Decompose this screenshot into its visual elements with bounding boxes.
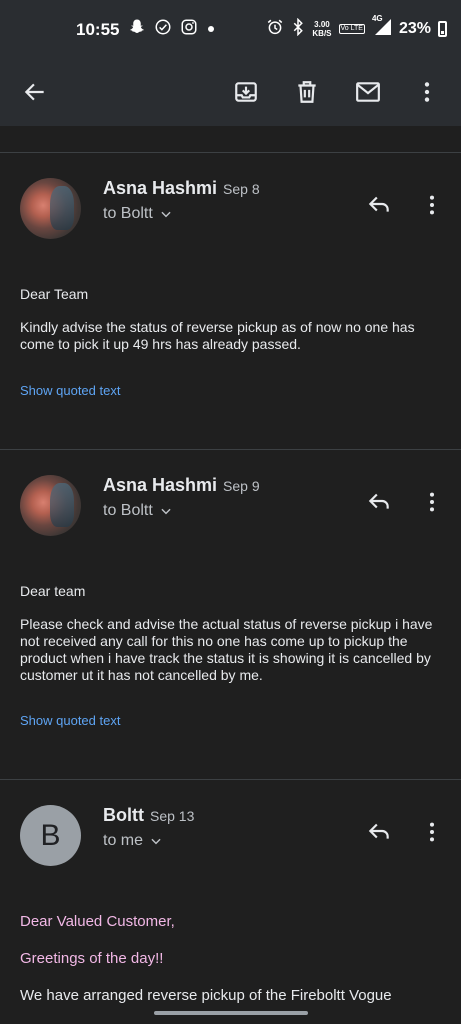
back-button[interactable]: [15, 72, 55, 112]
more-vert-icon: [429, 492, 435, 512]
recipient-details[interactable]: to Boltt: [103, 205, 173, 223]
mark-unread-icon: [356, 82, 380, 102]
recipient-details[interactable]: to Boltt: [103, 502, 173, 520]
status-time: 10:55: [76, 20, 120, 39]
message-more-button[interactable]: [416, 189, 448, 221]
more-vert-icon: [424, 82, 430, 102]
message-salutation: Dear Valued Customer,: [20, 913, 175, 930]
alarm-icon: [266, 18, 284, 40]
message-header[interactable]: Boltt Sep 13: [103, 805, 194, 826]
message-date: Sep 8: [223, 181, 260, 197]
mark-unread-button[interactable]: [348, 72, 388, 112]
home-indicator[interactable]: [154, 1011, 308, 1015]
dot-icon: [206, 21, 216, 39]
message-body: Please check and advise the actual statu…: [20, 616, 433, 683]
reply-icon: [368, 196, 389, 212]
reply-icon: [368, 493, 389, 509]
chevron-down-icon: [161, 211, 171, 218]
system-icons: 3.00 KB/S Vo LTE 4G 23%: [266, 14, 447, 40]
reply-button[interactable]: [363, 188, 395, 220]
volte-badge: Vo LTE: [338, 24, 365, 34]
chevron-down-icon: [151, 838, 161, 845]
reply-icon: [368, 823, 389, 839]
divider: [0, 779, 461, 780]
message-header[interactable]: Asna Hashmi Sep 8: [103, 178, 260, 199]
network-speed: 3.00 KB/S: [312, 20, 332, 38]
reply-button[interactable]: [363, 485, 395, 517]
more-vert-icon: [429, 195, 435, 215]
divider: [0, 449, 461, 450]
sender-name: Asna Hashmi: [103, 475, 218, 495]
signal-icon: 4G: [372, 14, 392, 40]
message-greeting: Dear Team: [20, 286, 89, 302]
message-more-button[interactable]: [416, 816, 448, 848]
message-greeting: Dear team: [20, 583, 86, 599]
recipient-label: to Boltt: [103, 502, 153, 519]
message-greeting: Greetings of the day!!: [20, 950, 164, 967]
archive-icon: [235, 82, 257, 102]
instagram-icon: [180, 18, 198, 41]
notification-icons: [128, 18, 216, 41]
recipient-label: to Boltt: [103, 205, 153, 222]
archive-button[interactable]: [226, 72, 266, 112]
sender-name: Boltt: [103, 805, 144, 825]
battery-percent: 23%: [398, 20, 431, 37]
chevron-down-icon: [161, 508, 171, 515]
back-arrow-icon: [24, 83, 44, 101]
bluetooth-icon: [291, 17, 305, 40]
status-bar: 10:55 3.00 KB/S Vo LTE 4G 23%: [0, 0, 461, 60]
battery-icon: [438, 21, 447, 37]
delete-icon: [298, 81, 316, 103]
sender-name: Asna Hashmi: [103, 178, 218, 198]
top-toolbar: [0, 60, 461, 126]
more-options-button[interactable]: [407, 72, 447, 112]
avatar[interactable]: B: [20, 805, 81, 866]
message-more-button[interactable]: [416, 486, 448, 518]
recipient-details[interactable]: to me: [103, 832, 163, 850]
avatar[interactable]: [20, 475, 81, 536]
message-body: We have arranged reverse pickup of the F…: [20, 987, 392, 1004]
show-quoted-text-link[interactable]: Show quoted text: [20, 383, 120, 398]
more-vert-icon: [429, 822, 435, 842]
message-date: Sep 13: [149, 808, 195, 824]
reply-button[interactable]: [363, 815, 395, 847]
avatar[interactable]: [20, 178, 81, 239]
check-circle-icon: [154, 18, 172, 41]
show-quoted-text-link[interactable]: Show quoted text: [20, 713, 120, 728]
message-body: Kindly advise the status of reverse pick…: [20, 319, 415, 352]
message-date: Sep 9: [223, 478, 260, 494]
recipient-label: to me: [103, 832, 144, 849]
divider: [0, 152, 461, 153]
delete-button[interactable]: [287, 72, 327, 112]
snapchat-icon: [128, 18, 146, 41]
message-header[interactable]: Asna Hashmi Sep 9: [103, 475, 260, 496]
